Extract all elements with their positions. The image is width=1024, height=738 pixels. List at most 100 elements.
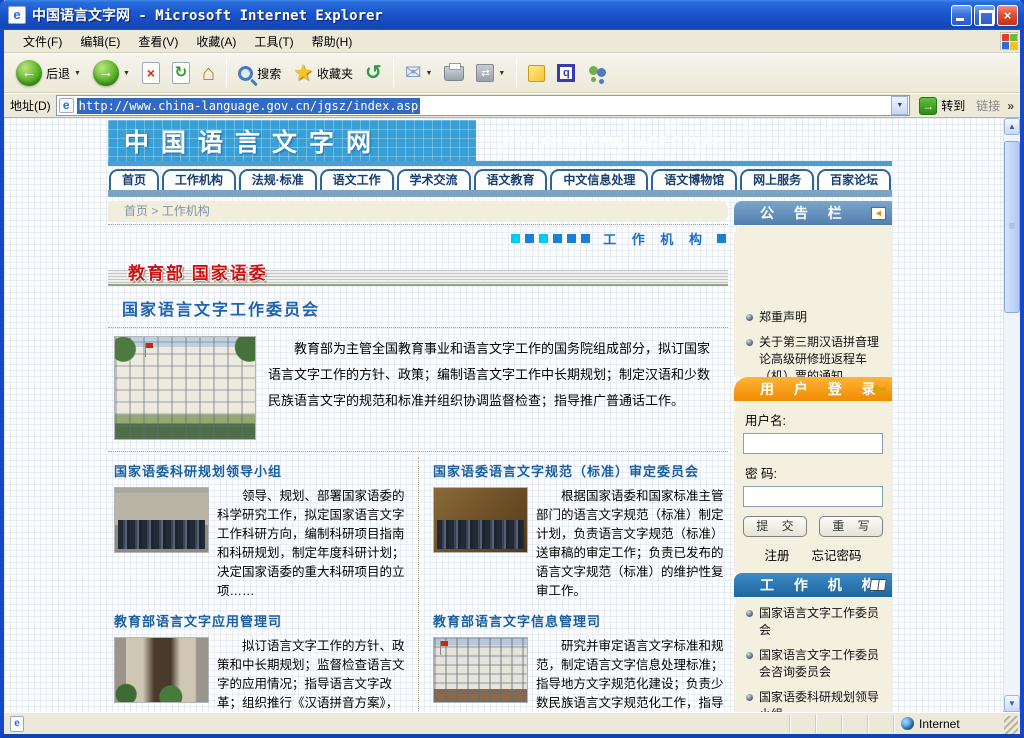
marker-square-icon xyxy=(553,234,562,243)
status-bar: e Internet xyxy=(4,712,1020,734)
title-bar[interactable]: e 中国语言文字网 - Microsoft Internet Explorer … xyxy=(0,0,1024,30)
minimize-button[interactable] xyxy=(951,5,972,26)
address-input[interactable]: e http://www.china-language.gov.cn/jgsz/… xyxy=(56,95,911,116)
scrollbar-track[interactable] xyxy=(1004,313,1020,695)
edit-button[interactable]: ⇄ ▼ xyxy=(472,62,509,84)
section-marker-text: 工 作 机 构 xyxy=(603,229,708,248)
browser-viewport: 中国语言文字网 WWW.CHINA-LANGUAGE.GOV.CN 首页 工作机… xyxy=(4,118,1020,712)
go-label: 转到 xyxy=(941,97,965,114)
username-field[interactable] xyxy=(743,433,883,454)
heading-ministry: 教育部 国家语委 xyxy=(108,259,728,286)
toolbar-separator xyxy=(393,58,394,88)
menu-help[interactable]: 帮助(H) xyxy=(303,30,362,53)
main-content: 首页 > 工作机构 工 作 机 构 xyxy=(108,201,728,712)
forward-button[interactable]: → ▼ xyxy=(89,58,134,88)
breadcrumb-home-link[interactable]: 首页 xyxy=(124,204,148,218)
mail-button[interactable]: ✉ ▼ xyxy=(401,61,437,85)
site-name: 中国语言文字网 xyxy=(108,123,383,159)
tab-online-service[interactable]: 网上服务 xyxy=(740,169,814,190)
tab-academic[interactable]: 学术交流 xyxy=(397,169,471,190)
reset-button[interactable]: 重 写 xyxy=(819,516,883,537)
red-flag xyxy=(146,343,153,348)
submit-button[interactable]: 提 交 xyxy=(743,516,807,537)
breadcrumb-current: 工作机构 xyxy=(162,204,210,218)
tab-info-processing[interactable]: 中文信息处理 xyxy=(550,169,648,190)
back-dropdown-icon[interactable]: ▼ xyxy=(74,70,81,77)
menu-favorites[interactable]: 收藏(A) xyxy=(187,30,245,53)
webpage: 中国语言文字网 WWW.CHINA-LANGUAGE.GOV.CN 首页 工作机… xyxy=(108,118,892,712)
scroll-down-icon[interactable]: ▼ xyxy=(1004,695,1020,712)
menu-view[interactable]: 查看(V) xyxy=(129,30,187,53)
scroll-up-icon[interactable]: ▲ xyxy=(1004,118,1020,135)
bullet-icon xyxy=(746,610,753,617)
org-link[interactable]: 国家语言文字工作委员会咨询委员会 xyxy=(734,643,892,685)
forward-dropdown-icon[interactable]: ▼ xyxy=(123,70,130,77)
home-button[interactable]: ⌂ xyxy=(198,60,219,86)
tab-museum[interactable]: 语文博物馆 xyxy=(651,169,737,190)
notice-item[interactable]: 郑重声明 xyxy=(734,305,892,330)
back-button[interactable]: ← 后退 ▼ xyxy=(12,58,85,88)
tab-education[interactable]: 语文教育 xyxy=(474,169,548,190)
resize-grip[interactable] xyxy=(1004,716,1018,734)
tab-home[interactable]: 首页 xyxy=(109,169,159,190)
go-button[interactable]: → 转到 xyxy=(915,96,969,116)
notice-item[interactable]: 关于第三期汉语拼音理论高级研修班返程车（机）票的通知 xyxy=(734,330,892,377)
bullet-icon xyxy=(746,694,753,701)
home-icon: ⌂ xyxy=(202,62,215,84)
org-link[interactable]: 国家语委科研规划领导小组 xyxy=(734,685,892,712)
org-section-text: 领导、规划、部署国家语委的科学研究工作，拟定国家语言文字工作科研方向，编制科研项… xyxy=(217,487,407,601)
entrance-photo xyxy=(114,637,209,703)
heading-ministry-text: 教育部 国家语委 xyxy=(108,259,728,284)
window-title: 中国语言文字网 - Microsoft Internet Explorer xyxy=(32,5,951,25)
status-page-icon: e xyxy=(10,716,24,732)
org-section-title: 教育部语言文字应用管理司 xyxy=(114,611,407,630)
marker-square-icon xyxy=(567,234,576,243)
org-section-text: 根据国家语委和国家标准主管部门的语言文字规范（标准）制定计划，负责语言文字规范（… xyxy=(536,487,726,601)
org-section-title: 国家语委语言文字规范（标准）审定委员会 xyxy=(433,461,726,480)
q-tool-button[interactable]: q xyxy=(553,62,579,84)
refresh-button[interactable]: ↻ xyxy=(168,60,194,86)
tab-org[interactable]: 工作机构 xyxy=(162,169,236,190)
close-button[interactable]: × xyxy=(997,5,1018,26)
sidebar: 公 告 栏 ◄ 郑重声明 关于第三期汉语拼音理论高级研修班返程车（机）票的通知 xyxy=(734,201,892,712)
password-field[interactable] xyxy=(743,486,883,507)
edit-dropdown-icon[interactable]: ▼ xyxy=(498,70,505,77)
maximize-button[interactable] xyxy=(974,5,995,26)
marker-square-icon xyxy=(539,234,548,243)
login-panel-header: 用 户 登 录 xyxy=(734,377,892,401)
menu-file[interactable]: 文件(F) xyxy=(14,30,71,53)
search-button[interactable]: 搜索 xyxy=(234,63,285,84)
register-link[interactable]: 注册 xyxy=(764,545,789,564)
notice-title: 公 告 栏 xyxy=(760,203,850,223)
favorites-button[interactable]: ★ 收藏夹 xyxy=(289,60,357,86)
note-icon xyxy=(528,65,545,82)
messenger-button[interactable] xyxy=(583,62,613,84)
vertical-scrollbar[interactable]: ▲ ▼ xyxy=(1003,118,1020,712)
mail-dropdown-icon[interactable]: ▼ xyxy=(425,70,432,77)
history-button[interactable]: ↺ xyxy=(361,61,386,85)
links-chevron-icon[interactable]: » xyxy=(1007,99,1016,113)
favorites-label: 收藏夹 xyxy=(317,65,353,82)
print-button[interactable] xyxy=(440,64,468,83)
tab-language-work[interactable]: 语文工作 xyxy=(320,169,394,190)
menu-edit[interactable]: 编辑(E) xyxy=(71,30,129,53)
tab-forum[interactable]: 百家论坛 xyxy=(817,169,891,190)
links-label[interactable]: 链接 xyxy=(974,97,1002,114)
stop-button[interactable]: × xyxy=(138,60,164,86)
org-section-title: 教育部语言文字信息管理司 xyxy=(433,611,726,630)
dotted-divider xyxy=(108,451,728,452)
login-title: 用 户 登 录 xyxy=(760,379,884,399)
address-dropdown-icon[interactable]: ▼ xyxy=(891,96,908,115)
q-icon: q xyxy=(557,64,575,82)
address-url-text[interactable]: http://www.china-language.gov.cn/jgsz/in… xyxy=(77,98,421,114)
org-section: 国家语委科研规划领导小组 领导、规划、部署国家语委的科学研究工作，拟定国家语言文… xyxy=(110,457,407,607)
security-zone-pane: Internet xyxy=(894,715,1004,733)
forgot-password-link[interactable]: 忘记密码 xyxy=(812,545,862,564)
org-link[interactable]: 国家语言文字工作委员会 xyxy=(734,601,892,643)
menu-tools[interactable]: 工具(T) xyxy=(245,30,302,53)
scrollbar-thumb[interactable] xyxy=(1004,141,1020,313)
discuss-button[interactable] xyxy=(524,63,549,84)
tab-regulations[interactable]: 法规·标准 xyxy=(239,169,317,190)
bullet-icon xyxy=(746,339,753,346)
bullet-icon xyxy=(746,314,753,321)
